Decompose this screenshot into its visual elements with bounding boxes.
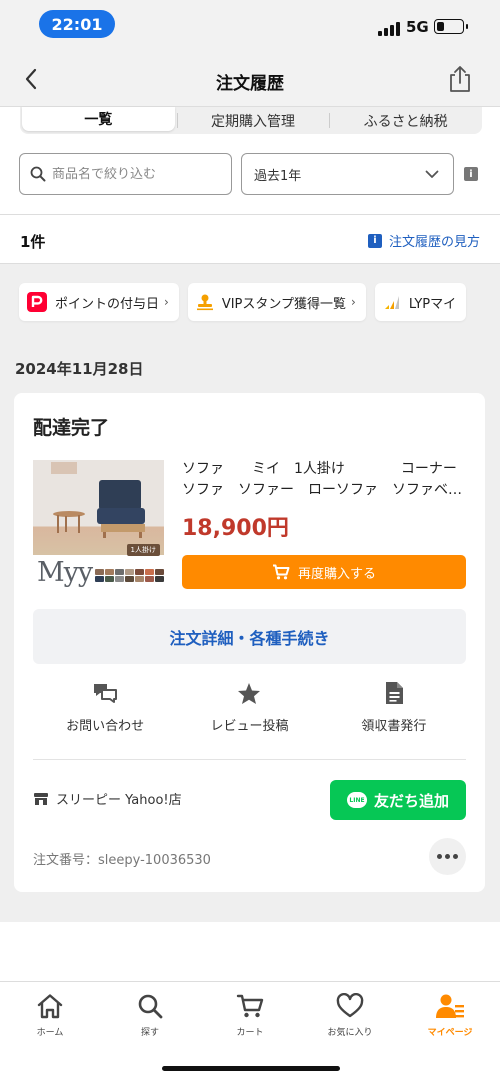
- tab-label: カート: [236, 1028, 264, 1038]
- line-button-label: 友だち追加: [373, 791, 449, 810]
- info-icon[interactable]: i: [464, 167, 478, 181]
- signal-bars-icon: [383, 294, 401, 310]
- share-icon: [450, 66, 470, 92]
- home-icon: [36, 992, 64, 1020]
- star-icon: [237, 681, 261, 705]
- period-select[interactable]: 過去1年: [241, 153, 454, 195]
- order-card: 配達完了 1人掛け Myy ソファ ミイ 1人掛け コーナーソファ ソファー ロ…: [14, 393, 485, 892]
- tab-label: お気に入り: [327, 1028, 373, 1038]
- delivery-status: 配達完了: [33, 417, 110, 439]
- order-detail-button[interactable]: 注文詳細・各種手続き: [33, 609, 466, 664]
- promo-chips: ポイントの付与日 › VIPスタンプ獲得一覧 › LYPマイ: [19, 283, 467, 321]
- bottom-tab-bar: ホーム 探す カート お気に入り マイページ: [0, 981, 500, 1080]
- tab-list[interactable]: 一覧: [22, 107, 175, 131]
- receipt-button[interactable]: 領収書発行: [322, 681, 466, 741]
- chip-vip-stamp[interactable]: VIPスタンプ獲得一覧 ›: [187, 283, 366, 321]
- contact-button[interactable]: お問い合わせ: [33, 681, 177, 741]
- rebuy-button[interactable]: 再度購入する: [182, 555, 466, 589]
- more-options-button[interactable]: [429, 838, 466, 875]
- sofa-illustration: [51, 462, 145, 538]
- shop-link[interactable]: スリーピー Yahoo!店: [33, 789, 182, 808]
- tab-label: マイページ: [427, 1028, 473, 1038]
- tab-label: 探す: [140, 1028, 159, 1038]
- chip-label: LYPマイ: [408, 296, 457, 312]
- cellular-signal-icon: [378, 22, 400, 36]
- network-type: 5G: [406, 18, 429, 36]
- tab-cart[interactable]: カート: [200, 992, 300, 1042]
- action-label: 領収書発行: [361, 719, 427, 734]
- filter-row: 過去1年 i: [0, 137, 500, 214]
- page-title: 注文履歴: [216, 74, 284, 94]
- chip-label: VIPスタンプ獲得一覧: [221, 296, 347, 312]
- home-indicator: [162, 1066, 340, 1071]
- tab-label: ホーム: [36, 1028, 64, 1038]
- document-icon: [384, 681, 404, 705]
- tab-subscription[interactable]: 定期購入管理: [176, 107, 330, 134]
- share-button[interactable]: [446, 64, 474, 94]
- battery-icon: [434, 19, 468, 34]
- search-icon: [30, 166, 46, 182]
- nav-header: 注文履歴: [0, 50, 500, 107]
- period-select-value: 過去1年: [254, 168, 302, 184]
- result-count: 1件: [20, 233, 46, 251]
- heart-icon: [336, 992, 364, 1020]
- order-date: 2024年11月28日: [15, 360, 144, 378]
- chevron-right-icon: ›: [351, 295, 356, 309]
- cart-icon: [236, 992, 264, 1020]
- dot-icon: [437, 854, 442, 859]
- product-price: 18,900円: [182, 516, 289, 541]
- order-actions: お問い合わせ レビュー投稿 領収書発行: [33, 681, 466, 741]
- howto-link[interactable]: i 注文履歴の見方: [367, 231, 480, 250]
- line-logo-icon: LINE: [346, 792, 367, 808]
- thumbnail-brand: Myy: [37, 557, 93, 588]
- result-count-row: 1件 i 注文履歴の見方: [0, 214, 500, 264]
- status-bar: 22:01 5G: [0, 0, 500, 50]
- tab-favorites[interactable]: お気に入り: [300, 992, 400, 1042]
- tab-search[interactable]: 探す: [100, 992, 200, 1042]
- info-icon: i: [367, 233, 382, 248]
- action-label: レビュー投稿: [210, 719, 289, 734]
- chevron-right-icon: ›: [164, 295, 169, 309]
- product-photo: [33, 460, 164, 555]
- profile-icon: [435, 992, 465, 1020]
- action-label: お問い合わせ: [66, 719, 145, 734]
- status-time: 22:01: [39, 10, 115, 38]
- thumbnail-badge: 1人掛け: [126, 544, 160, 556]
- battery-level: [437, 22, 444, 31]
- search-icon: [137, 992, 163, 1020]
- color-swatches: [95, 569, 164, 582]
- tab-furusato-tax[interactable]: ふるさと納税: [329, 107, 482, 134]
- search-box[interactable]: [19, 153, 232, 195]
- chip-lyp-my[interactable]: LYPマイ: [374, 283, 467, 321]
- product-title[interactable]: ソファ ミイ 1人掛け コーナーソファ ソファー ローソファ ソファベッド: [182, 459, 465, 501]
- chevron-down-icon: [425, 170, 439, 178]
- chat-bubbles-icon: [92, 681, 118, 705]
- tab-home[interactable]: ホーム: [0, 992, 100, 1042]
- search-input[interactable]: [52, 166, 212, 182]
- chip-label: ポイントの付与日: [55, 296, 160, 312]
- stamp-icon: [196, 293, 214, 311]
- cart-icon: [272, 564, 290, 580]
- review-button[interactable]: レビュー投稿: [177, 681, 321, 741]
- segment-control: 一覧 定期購入管理 ふるさと納税: [20, 107, 482, 134]
- dot-icon: [445, 854, 450, 859]
- product-thumbnail[interactable]: 1人掛け Myy: [33, 460, 164, 590]
- segment-control-wrapper: 一覧 定期購入管理 ふるさと納税: [0, 107, 500, 137]
- paypay-icon: [27, 292, 47, 312]
- howto-label: 注文履歴の見方: [388, 235, 480, 250]
- order-number: 注文番号：sleepy-10036530: [33, 853, 211, 868]
- tab-mypage[interactable]: マイページ: [400, 992, 500, 1042]
- order-list-area: ポイントの付与日 › VIPスタンプ獲得一覧 › LYPマイ 2024年11月2…: [0, 264, 500, 922]
- dot-icon: [453, 854, 458, 859]
- shop-name: スリーピー Yahoo!店: [56, 793, 182, 808]
- divider: [33, 759, 466, 760]
- line-add-friend-button[interactable]: LINE 友だち追加: [330, 780, 466, 820]
- chip-point-date[interactable]: ポイントの付与日 ›: [19, 283, 179, 321]
- rebuy-label: 再度購入する: [297, 566, 376, 582]
- store-icon: [34, 792, 48, 805]
